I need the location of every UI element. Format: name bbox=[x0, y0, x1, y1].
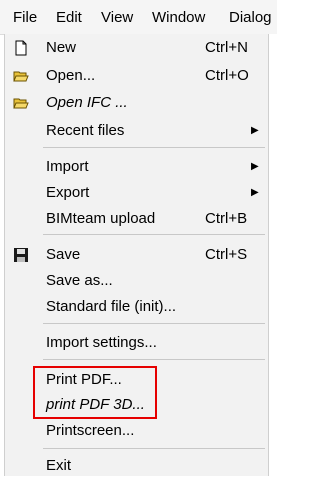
menu-item-label: Save bbox=[46, 246, 81, 263]
submenu-arrow-icon: ▶ bbox=[251, 187, 259, 198]
submenu-arrow-icon: ▶ bbox=[251, 161, 259, 172]
menu-item-label: Save as... bbox=[46, 272, 113, 289]
menu-item-standard-file[interactable]: Standard file (init)... bbox=[5, 295, 268, 319]
menu-window[interactable]: Window bbox=[152, 9, 205, 27]
shortcut-label: Ctrl+O bbox=[205, 67, 249, 84]
menu-item-label: Open IFC ... bbox=[46, 94, 128, 111]
new-document-icon bbox=[13, 40, 29, 56]
menu-item-open[interactable]: Open... Ctrl+O bbox=[5, 64, 268, 88]
menu-item-import-settings[interactable]: Import settings... bbox=[5, 331, 268, 355]
floppy-disk-icon bbox=[13, 247, 29, 263]
menu-item-import[interactable]: Import ▶ bbox=[5, 155, 268, 179]
shortcut-label: Ctrl+B bbox=[205, 210, 248, 227]
menu-item-label: BIMteam upload bbox=[46, 210, 156, 227]
menu-item-label: Export bbox=[46, 184, 90, 201]
menu-item-label: Open... bbox=[46, 67, 96, 84]
menu-item-label: Import settings... bbox=[46, 334, 157, 351]
menu-view[interactable]: View bbox=[101, 9, 133, 27]
background-strip bbox=[268, 34, 277, 476]
highlight-box bbox=[33, 366, 157, 419]
menu-item-label: Standard file (init)... bbox=[46, 298, 177, 315]
menu-item-label: Exit bbox=[46, 457, 72, 474]
menu-item-label: Printscreen... bbox=[46, 422, 135, 439]
menu-separator bbox=[43, 323, 265, 324]
menu-separator bbox=[43, 448, 265, 449]
menu-file[interactable]: File bbox=[13, 9, 37, 27]
menu-item-printscreen[interactable]: Printscreen... bbox=[5, 419, 268, 443]
menu-item-new[interactable]: New Ctrl+N bbox=[5, 36, 268, 60]
menu-separator bbox=[43, 359, 265, 360]
menu-item-save-as[interactable]: Save as... bbox=[5, 269, 268, 293]
menu-separator bbox=[43, 234, 265, 235]
submenu-arrow-icon: ▶ bbox=[251, 125, 259, 136]
menu-item-export[interactable]: Export ▶ bbox=[5, 181, 268, 205]
menu-item-label: Recent files bbox=[46, 122, 125, 139]
menu-item-label: New bbox=[46, 39, 77, 56]
shortcut-label: Ctrl+N bbox=[205, 39, 248, 56]
menu-dialog[interactable]: Dialog bbox=[229, 9, 272, 27]
menu-item-recent-files[interactable]: Recent files ▶ bbox=[5, 119, 268, 143]
menu-bar: File Edit View Window Dialog bbox=[0, 0, 277, 35]
menu-item-save[interactable]: Save Ctrl+S bbox=[5, 243, 268, 267]
menu-item-open-ifc[interactable]: Open IFC ... bbox=[5, 91, 268, 115]
menu-separator bbox=[43, 147, 265, 148]
shortcut-label: Ctrl+S bbox=[205, 246, 248, 263]
open-folder-icon bbox=[13, 95, 29, 111]
menu-item-label: Import bbox=[46, 158, 89, 175]
open-folder-icon bbox=[13, 68, 29, 84]
menu-item-bimteam-upload[interactable]: BIMteam upload Ctrl+B bbox=[5, 207, 268, 231]
menu-item-exit[interactable]: Exit bbox=[5, 454, 268, 478]
menu-edit[interactable]: Edit bbox=[56, 9, 82, 27]
